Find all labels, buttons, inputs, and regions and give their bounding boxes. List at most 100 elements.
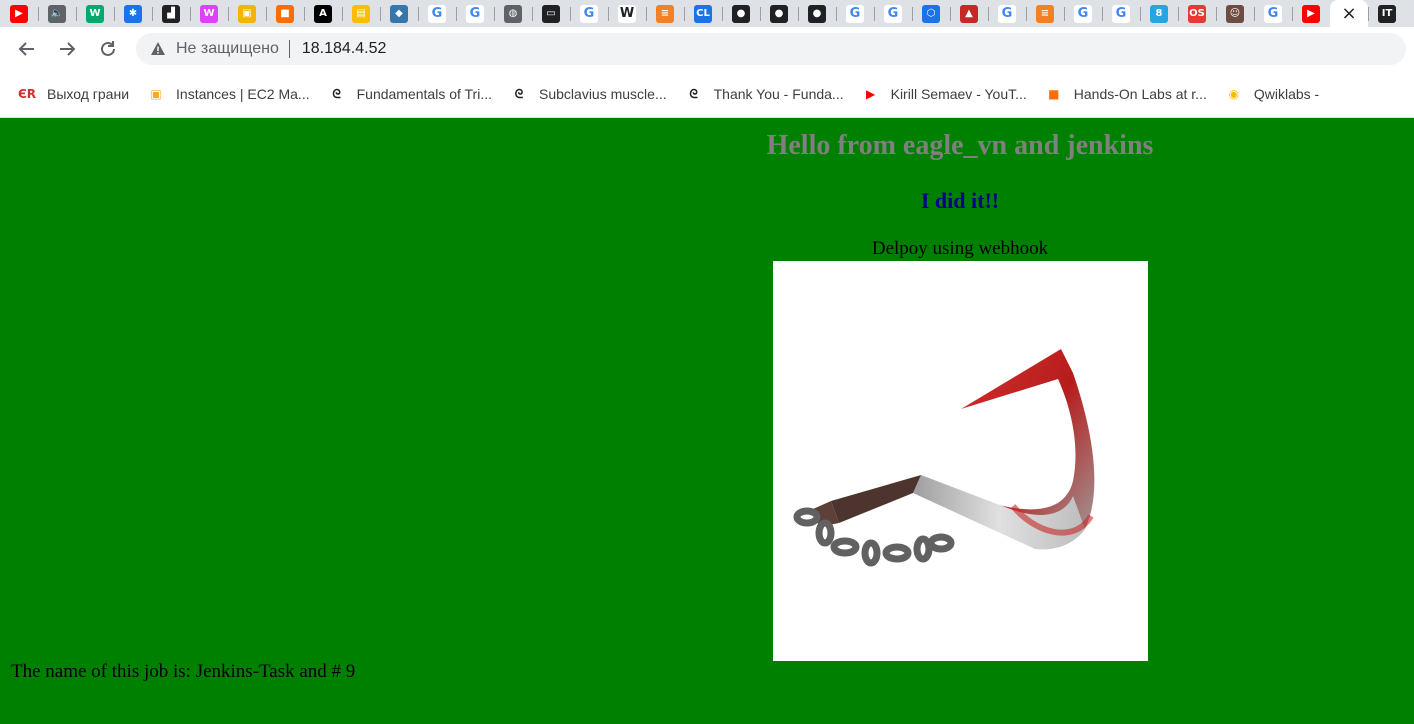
- wave-icon: ᘓ: [332, 86, 341, 101]
- tab-34[interactable]: ▶: [1292, 0, 1330, 27]
- globe-icon: ◍: [504, 4, 522, 23]
- back-button[interactable]: [13, 35, 41, 63]
- wikipedia-icon: W: [618, 4, 636, 23]
- jenkins-icon: ☺: [1226, 4, 1244, 23]
- tab-strip: ▶ 🔈 W ✱ ▟ W ▣ ■ A ▤ ◆ G G ◍ ▭ G W ≡ CL ● ● ● G G ⬡ ▲ G ≡ G G 8 OS ☺ G ▶ × IT: [0, 0, 1414, 27]
- tab-20[interactable]: ●: [760, 0, 798, 27]
- er-icon: ЄR: [17, 87, 37, 101]
- tab-12[interactable]: G: [456, 0, 494, 27]
- tab-3[interactable]: ✱: [114, 0, 152, 27]
- tab-21[interactable]: ●: [798, 0, 836, 27]
- google-icon: G: [428, 4, 446, 23]
- book-icon: ▤: [352, 4, 370, 23]
- python-icon: ◆: [390, 4, 408, 23]
- github-icon: ●: [732, 4, 750, 23]
- tab-11[interactable]: G: [418, 0, 456, 27]
- google-icon: G: [884, 4, 902, 23]
- wave-icon: ᘓ: [514, 86, 524, 101]
- tab-32[interactable]: ☺: [1216, 0, 1254, 27]
- tab-6[interactable]: ▣: [228, 0, 266, 27]
- w-italic-icon: W: [200, 4, 218, 23]
- tab-9[interactable]: ▤: [342, 0, 380, 27]
- youtube-icon: ▶: [865, 87, 876, 101]
- tab-2[interactable]: W: [76, 0, 114, 27]
- deploy-caption: Delpoy using webhook: [871, 238, 1049, 259]
- bookmark-label: Subclavius muscle...: [539, 86, 667, 102]
- arrow-right-icon: [60, 42, 76, 56]
- google-icon: G: [846, 4, 864, 23]
- tab-36[interactable]: IT: [1368, 0, 1406, 27]
- bookmark-item[interactable]: ■ Hands-On Labs at r...: [1045, 85, 1207, 103]
- bookmark-item[interactable]: ▣ Instances | EC2 Ma...: [147, 85, 310, 103]
- forward-button[interactable]: [53, 35, 81, 63]
- tab-4[interactable]: ▟: [152, 0, 190, 27]
- warning-icon[interactable]: [150, 41, 166, 57]
- ansible-icon: A: [314, 4, 332, 23]
- os-icon: OS: [1188, 4, 1206, 23]
- triangle-icon: ▲: [960, 4, 978, 23]
- browser-toolbar: Не защищено 18.184.4.52: [0, 27, 1414, 71]
- arrow-left-icon: [18, 42, 34, 56]
- tab-17[interactable]: ≡: [646, 0, 684, 27]
- tab-5[interactable]: W: [190, 0, 228, 27]
- hook-image: [773, 261, 1148, 661]
- tab-15[interactable]: G: [570, 0, 608, 27]
- google-icon: G: [1112, 4, 1130, 23]
- tab-8[interactable]: A: [304, 0, 342, 27]
- tab-18[interactable]: CL: [684, 0, 722, 27]
- bookmark-label: Kirill Semaev - YouT...: [890, 86, 1027, 102]
- tab-30[interactable]: 8: [1140, 0, 1178, 27]
- page-heading: Hello from eagle_vn and jenkins: [766, 130, 1154, 161]
- reload-icon: [101, 41, 115, 56]
- address-bar[interactable]: Не защищено 18.184.4.52: [136, 33, 1406, 65]
- reload-button[interactable]: [94, 35, 122, 63]
- stackoverflow-icon: ≡: [1036, 4, 1054, 23]
- bookmark-label: Instances | EC2 Ma...: [176, 86, 310, 102]
- tab-1[interactable]: 🔈: [38, 0, 76, 27]
- terminal-icon: ▭: [542, 4, 560, 23]
- bookmark-label: Fundamentals of Tri...: [356, 86, 493, 102]
- speaker-icon: 🔈: [48, 4, 66, 23]
- tab-active[interactable]: ×: [1330, 0, 1368, 27]
- tab-7[interactable]: ■: [266, 0, 304, 27]
- bookmarks-bar: ЄR Выход грани ▣ Instances | EC2 Ma... ᘓ Fund…: [0, 71, 1414, 118]
- bookmark-label: Thank You - Funda...: [713, 86, 844, 102]
- tab-0[interactable]: ▶: [0, 0, 38, 27]
- tab-16[interactable]: W: [608, 0, 646, 27]
- tab-14[interactable]: ▭: [532, 0, 570, 27]
- tab-29[interactable]: G: [1102, 0, 1140, 27]
- youtube-icon: ▶: [10, 4, 28, 23]
- url-text[interactable]: 18.184.4.52: [302, 40, 387, 58]
- bookmark-item[interactable]: ᘓ Thank You - Funda...: [685, 85, 844, 103]
- cube-icon: ■: [276, 4, 294, 23]
- google-icon: G: [1264, 4, 1282, 23]
- bookmark-item[interactable]: ◉ Qwiklabs -: [1225, 85, 1320, 103]
- tab-23[interactable]: G: [874, 0, 912, 27]
- tab-19[interactable]: ●: [722, 0, 760, 27]
- github-icon: ●: [770, 4, 788, 23]
- bookmark-item[interactable]: ▶ Kirill Semaev - YouT...: [862, 85, 1027, 103]
- security-status[interactable]: Не защищено: [176, 40, 279, 58]
- tab-10[interactable]: ◆: [380, 0, 418, 27]
- tab-25[interactable]: ▲: [950, 0, 988, 27]
- tab-31[interactable]: OS: [1178, 0, 1216, 27]
- tab-24[interactable]: ⬡: [912, 0, 950, 27]
- qwiklabs-icon: ◉: [1228, 87, 1240, 101]
- bookmark-label: Выход грани: [47, 86, 130, 102]
- bookmark-item[interactable]: ЄR Выход грани: [18, 85, 129, 103]
- tab-27[interactable]: ≡: [1026, 0, 1064, 27]
- page-subheading: I did it!!: [920, 188, 1000, 213]
- box-icon: ▣: [238, 4, 256, 23]
- bookmark-item[interactable]: ᘓ Subclavius muscle...: [510, 85, 667, 103]
- app-icon: ✱: [124, 4, 142, 23]
- cl-icon: CL: [694, 4, 712, 23]
- cube-icon: ■: [1048, 87, 1060, 101]
- tab-28[interactable]: G: [1064, 0, 1102, 27]
- tab-22[interactable]: G: [836, 0, 874, 27]
- itfb-icon: IT: [1378, 4, 1396, 23]
- tab-33[interactable]: G: [1254, 0, 1292, 27]
- bookmark-item[interactable]: ᘓ Fundamentals of Tri...: [328, 85, 492, 103]
- tab-13[interactable]: ◍: [494, 0, 532, 27]
- close-icon[interactable]: ×: [1341, 3, 1356, 24]
- tab-26[interactable]: G: [988, 0, 1026, 27]
